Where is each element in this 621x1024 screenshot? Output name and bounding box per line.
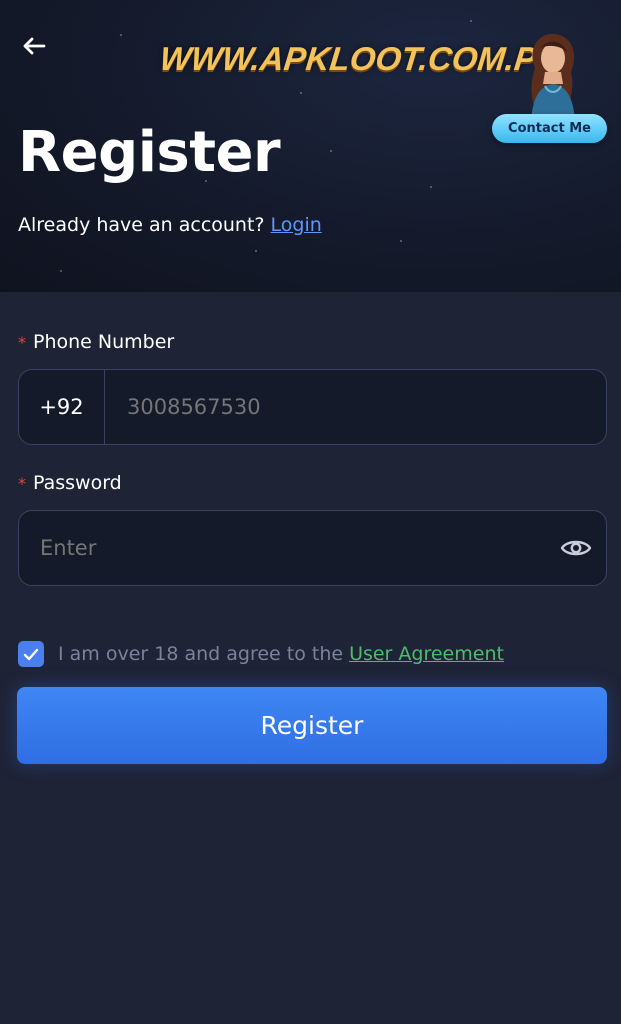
password-label-text: Password (33, 472, 122, 494)
header: WWW.APKLOOT.COM.PK Contact Me Register A… (0, 0, 621, 292)
country-code-selector[interactable]: +92 (19, 370, 105, 444)
account-prompt-text: Already have an account? (18, 214, 265, 236)
phone-label-text: Phone Number (33, 331, 175, 353)
required-mark: * (18, 474, 26, 493)
user-agreement-link[interactable]: User Agreement (349, 643, 504, 665)
register-button[interactable]: Register (17, 687, 607, 764)
star-decoration (330, 150, 332, 152)
star-decoration (120, 34, 122, 36)
star-decoration (255, 250, 257, 252)
agreement-text-label: I am over 18 and agree to the (58, 643, 344, 665)
watermark-logo: WWW.APKLOOT.COM.PK (158, 40, 563, 77)
phone-input[interactable] (105, 370, 606, 444)
agreement-text: I am over 18 and agree to the User Agreem… (58, 643, 504, 665)
star-decoration (470, 20, 472, 22)
star-decoration (430, 186, 432, 188)
login-link[interactable]: Login (271, 214, 322, 236)
contact-me-button[interactable]: Contact Me (492, 114, 607, 143)
support-avatar[interactable] (505, 28, 597, 120)
checkmark-icon (23, 648, 39, 660)
back-button[interactable] (18, 30, 50, 62)
star-decoration (400, 240, 402, 242)
phone-field: +92 (18, 369, 607, 445)
login-prompt: Already have an account? Login (18, 214, 322, 236)
password-field (18, 510, 607, 586)
agent-avatar-icon (531, 33, 575, 120)
eye-icon (560, 540, 592, 556)
password-label: * Password (18, 472, 122, 494)
page-title: Register (18, 120, 281, 185)
required-mark: * (18, 333, 26, 352)
toggle-password-visibility[interactable] (546, 511, 606, 585)
star-decoration (300, 92, 302, 94)
star-decoration (60, 270, 62, 272)
agreement-checkbox[interactable] (18, 641, 44, 667)
arrow-left-icon (23, 37, 46, 55)
phone-label: * Phone Number (18, 331, 174, 353)
password-input[interactable] (19, 511, 546, 585)
agreement-row: I am over 18 and agree to the User Agreem… (18, 640, 504, 668)
